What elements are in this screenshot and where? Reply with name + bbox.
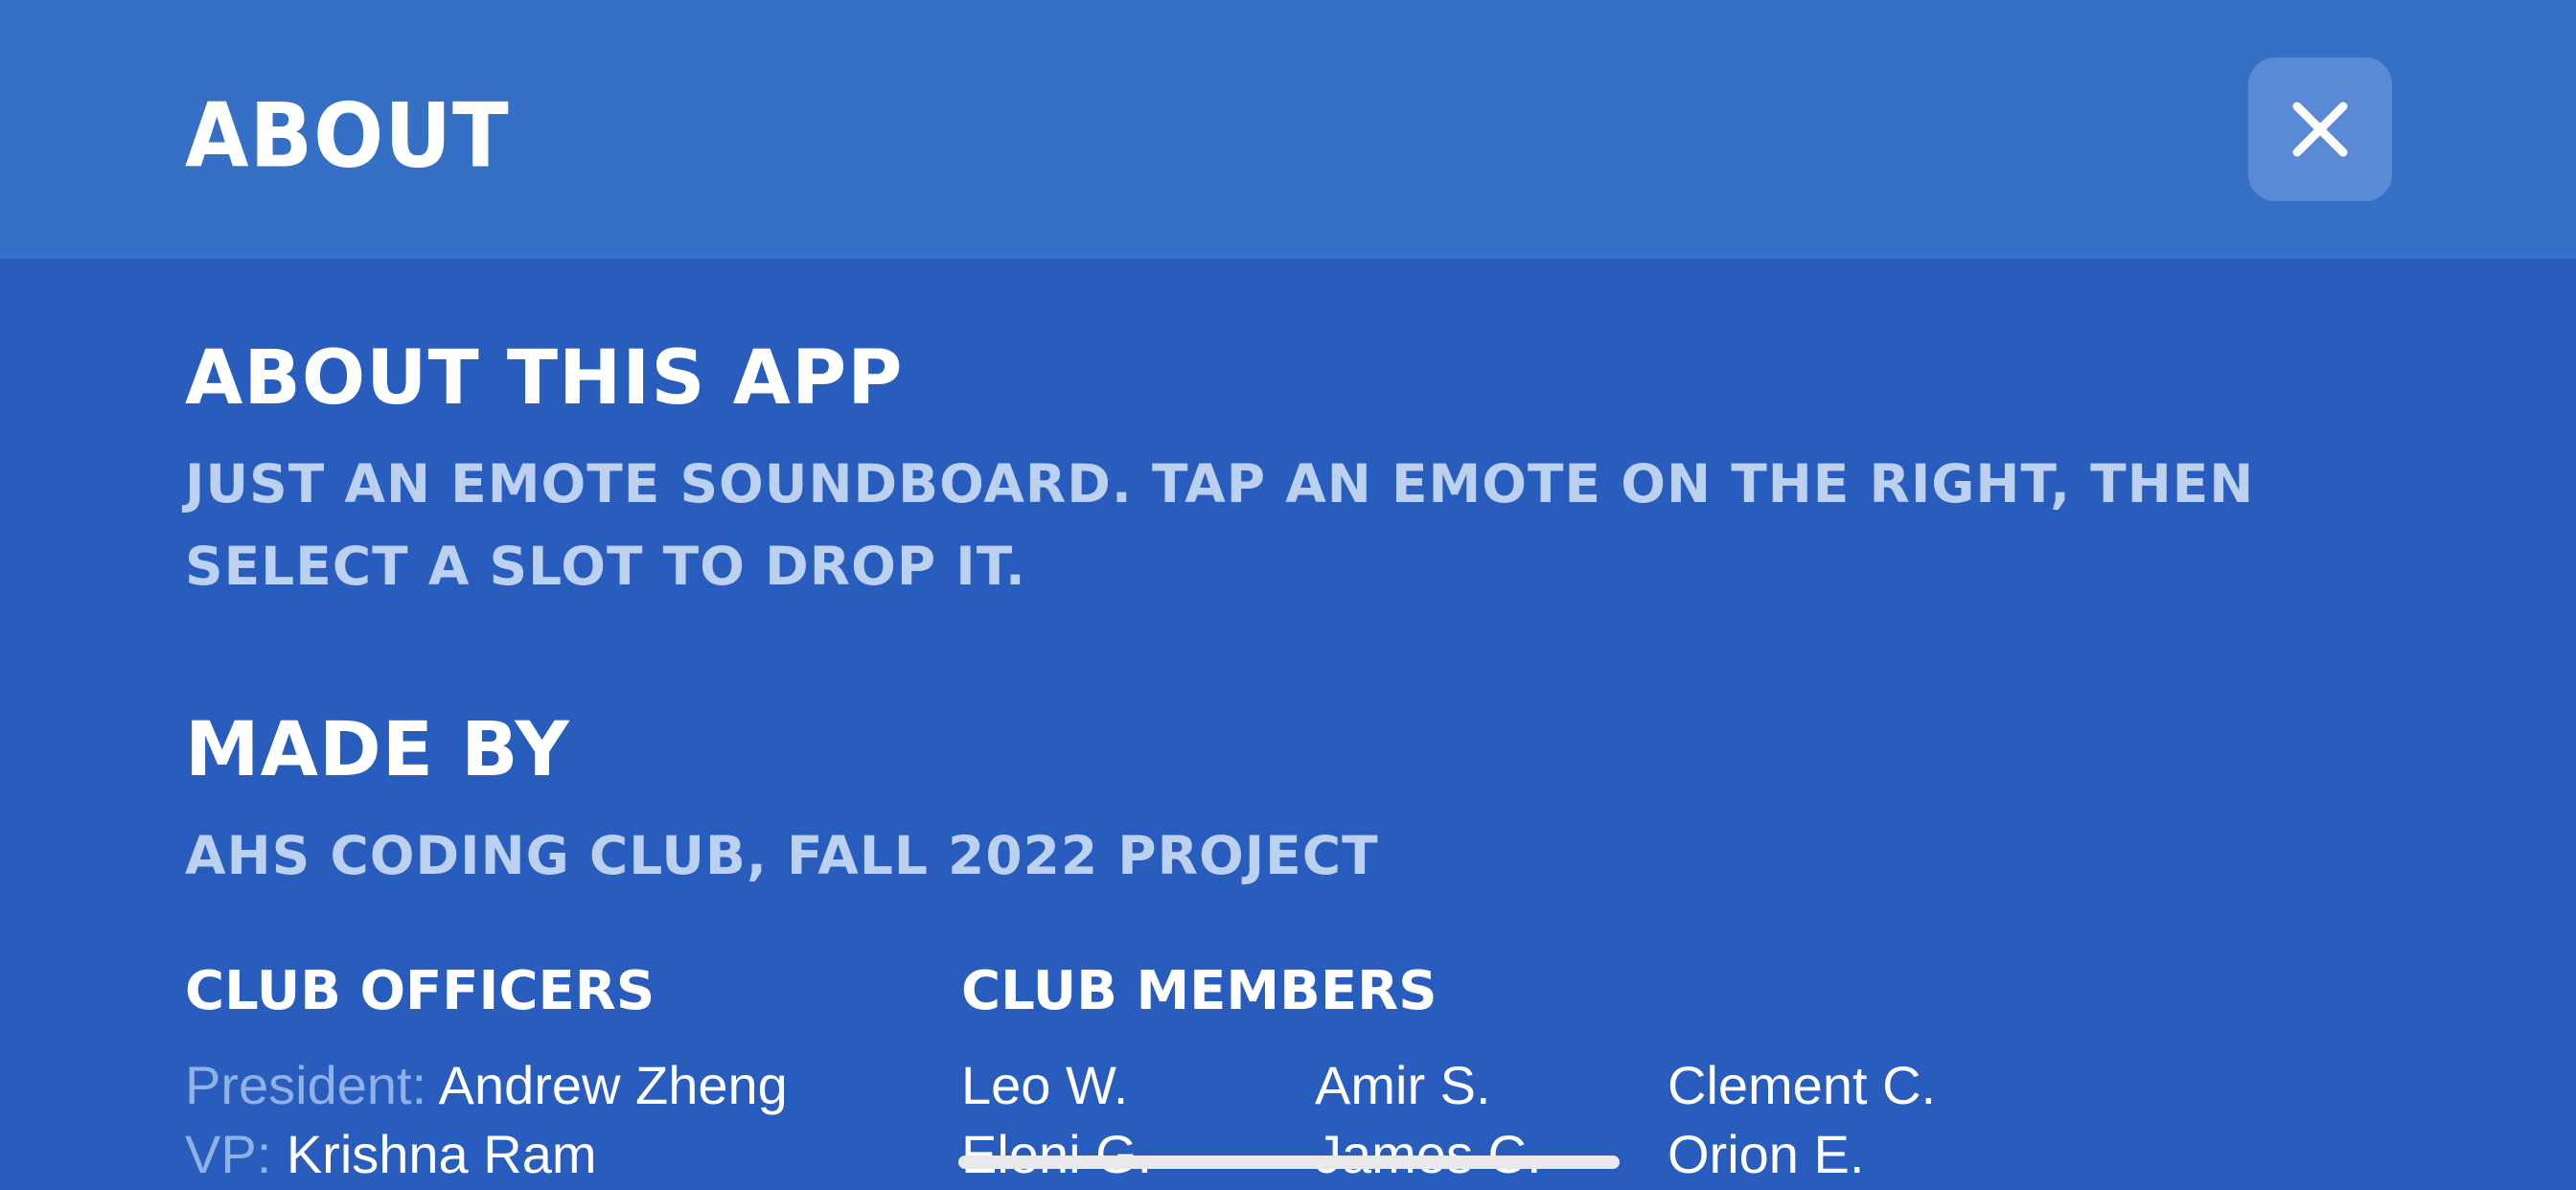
club-members-heading: CLUB MEMBERS <box>961 960 1438 1022</box>
member-name: Orion E. <box>1668 1124 1865 1184</box>
header-bar: ABOUT <box>0 0 2576 259</box>
close-button[interactable] <box>2248 57 2392 201</box>
officer-role: President: <box>185 1055 427 1115</box>
member-name: Eleni G. <box>961 1124 1153 1184</box>
home-indicator[interactable] <box>958 1156 1620 1169</box>
member-name: Leo W. <box>961 1055 1129 1115</box>
member-name: Amir S. <box>1315 1055 1491 1115</box>
club-officers-heading: CLUB OFFICERS <box>185 960 656 1022</box>
officer-name: Krishna Ram <box>286 1124 597 1184</box>
officer-role: VP: <box>185 1124 272 1184</box>
about-content[interactable]: ABOUT THIS APP JUST AN EMOTE SOUNDBOARD.… <box>0 259 2576 1190</box>
officer-vp: VP: Krishna Ram <box>185 1121 597 1188</box>
member-name: James C. <box>1315 1124 1542 1184</box>
about-app-description: JUST AN EMOTE SOUNDBOARD. TAP AN EMOTE O… <box>185 453 2255 597</box>
officer-president: President: Andrew Zheng <box>185 1052 788 1119</box>
made-by-description: AHS CODING CLUB, FALL 2022 PROJECT <box>185 825 1379 886</box>
close-icon <box>2292 102 2348 157</box>
member-name: Clement C. <box>1668 1055 1937 1115</box>
about-app-heading: ABOUT THIS APP <box>185 335 904 422</box>
officer-name: Andrew Zheng <box>438 1055 788 1115</box>
made-by-heading: MADE BY <box>185 707 570 793</box>
page-title: ABOUT <box>185 84 510 188</box>
